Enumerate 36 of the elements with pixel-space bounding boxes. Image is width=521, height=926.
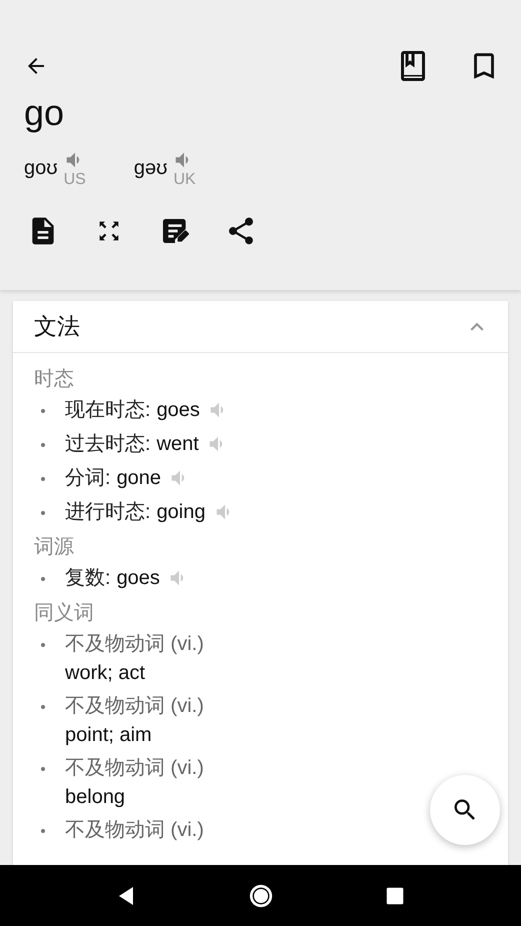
form-label: 不及物动词 (vi.): [65, 694, 204, 719]
bullet-icon: [41, 643, 45, 647]
form-word: goes: [116, 566, 160, 591]
synonym-text: belong: [65, 785, 126, 810]
region-label: US: [64, 171, 86, 189]
form-word: going: [156, 500, 206, 525]
form-label: 现在时态:: [65, 398, 151, 423]
section-heading: 时态: [34, 367, 75, 392]
form-label: 不及物动词 (vi.): [65, 818, 204, 843]
form-word: goes: [156, 398, 200, 423]
region-label: UK: [173, 171, 196, 189]
card-title: 文法: [34, 312, 80, 341]
form-label: 分词:: [65, 466, 111, 491]
form-word: gone: [116, 466, 162, 491]
form-word: went: [156, 432, 199, 457]
bullet-icon: [41, 705, 45, 709]
form-label: 过去时态:: [65, 432, 151, 457]
bullet-icon: [41, 577, 45, 581]
form-label: 进行时态:: [65, 500, 151, 525]
bullet-icon: [41, 443, 45, 447]
form-label: 不及物动词 (vi.): [65, 632, 204, 657]
phonetic-text: goʊ: [24, 157, 58, 180]
home-nav-icon[interactable]: [248, 882, 274, 908]
bullet-icon: [41, 829, 45, 833]
form-label: 不及物动词 (vi.): [65, 756, 204, 781]
section-heading: 词源: [34, 535, 75, 560]
synonym-text: point; aim: [65, 723, 153, 748]
bullet-icon: [41, 477, 45, 481]
bullet-icon: [41, 511, 45, 515]
form-label: 复数:: [65, 566, 111, 591]
headword: go: [24, 91, 66, 135]
synonym-text: work; act: [65, 661, 146, 686]
bullet-icon: [41, 409, 45, 413]
phonetic-text: gəʊ: [134, 157, 168, 180]
section-heading: 同义词: [34, 601, 95, 626]
bullet-icon: [41, 767, 45, 771]
